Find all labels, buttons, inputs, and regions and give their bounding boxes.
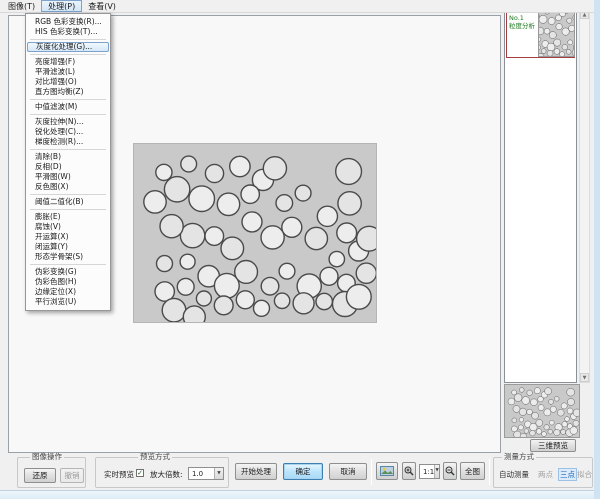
dropdown-menu: RGB 色彩变换(R)...HIS 色彩变换(T)... 灰度化处理(G)... 亮…: [25, 13, 111, 311]
menu-entry[interactable]: 直方图均衡(Z): [27, 87, 109, 97]
menu-entry[interactable]: 锐化处理(C)...: [27, 127, 109, 137]
zoom-factor-value: 1.0: [189, 470, 214, 478]
menu-entry[interactable]: RGB 色彩变换(R)...: [27, 17, 109, 27]
item-thumbnail: [539, 13, 574, 56]
image-mode-button[interactable]: [376, 462, 398, 480]
zoom-out-icon: [445, 466, 455, 476]
menu-separator: [30, 194, 106, 195]
measure-caption: 测量方式: [502, 453, 536, 461]
list-item[interactable]: No.1粒度分析: [506, 11, 575, 58]
menu-entry[interactable]: 梯度检测(R)...: [27, 137, 109, 147]
menu-entry[interactable]: 形态学骨架(S): [27, 252, 109, 262]
image-ops-group: 图像操作 还原 撤销: [17, 457, 86, 488]
preview-caption: 预览方式: [138, 453, 172, 461]
fit-view-button[interactable]: 全图: [460, 462, 485, 480]
status-bar: [0, 490, 600, 499]
menu-separator: [30, 114, 106, 115]
menu-entry[interactable]: 清除(B): [27, 152, 109, 162]
menu-entry[interactable]: 平滑滤波(L): [27, 67, 109, 77]
measure-option-fit[interactable]: 拟合: [577, 469, 592, 480]
menu-entry[interactable]: 反相(D): [27, 162, 109, 172]
menu-item-view[interactable]: 查看(V): [82, 0, 122, 12]
toolbar-divider: [371, 459, 372, 485]
process-button[interactable]: 开始处理: [235, 463, 277, 480]
ok-button[interactable]: 确定: [283, 463, 323, 480]
specimen-image: [134, 144, 376, 322]
menu-separator: [30, 99, 106, 100]
zoom-in-button[interactable]: [402, 462, 416, 480]
menu-entry[interactable]: 亮度增强(F): [27, 57, 109, 67]
menu-entry[interactable]: 开运算(X): [27, 232, 109, 242]
menu-entry[interactable]: 伪彩变换(G): [27, 267, 109, 277]
menu-entry[interactable]: 腐蚀(V): [27, 222, 109, 232]
thumbnail-list[interactable]: No.1粒度分析: [504, 9, 577, 383]
zoom-ratio-combo[interactable]: 1:1 ▼: [419, 464, 440, 479]
menu-separator: [30, 54, 106, 55]
scroll-down-icon[interactable]: ▼: [580, 373, 589, 382]
menu-item-image[interactable]: 图像(T): [2, 0, 41, 12]
zoom-factor-combo[interactable]: 1.0 ▼: [188, 467, 224, 480]
menu-entry[interactable]: 闭运算(Y): [27, 242, 109, 252]
restore-button[interactable]: 还原: [24, 468, 56, 483]
realtime-preview-checkbox[interactable]: ✓: [136, 469, 144, 477]
preview-thumbnail: [505, 385, 579, 437]
menu-entry[interactable]: 对比增强(O): [27, 77, 109, 87]
zoom-ratio-value: 1:1: [420, 468, 434, 476]
menu-separator: [30, 264, 106, 265]
vertical-scrollbar[interactable]: ▲ ▼: [579, 9, 590, 383]
menu-entry[interactable]: 伪彩色图(H): [27, 277, 109, 287]
menu-entry[interactable]: 边缘定位(X): [27, 287, 109, 297]
menu-entry[interactable]: 阈值二值化(B): [27, 197, 109, 207]
window-edge: [594, 0, 600, 499]
menu-item-process[interactable]: 处理(P): [41, 0, 82, 12]
dropdown-arrow-icon[interactable]: ▼: [214, 468, 223, 479]
app-window: { "colors": { "accent": "#7da2ce", "sele…: [0, 0, 600, 499]
preview-group: 预览方式 实时预览 ✓ 放大倍数: 1.0 ▼: [95, 457, 229, 488]
menu-entry[interactable]: 膨胀(E): [27, 212, 109, 222]
image-icon: [380, 466, 394, 476]
menu-entry[interactable]: 灰度化处理(G)...: [27, 42, 109, 52]
preview-3d-button[interactable]: 三维预览: [530, 439, 576, 452]
menu-entry[interactable]: HIS 色彩变换(T)...: [27, 27, 109, 37]
menu-entry[interactable]: 灰度拉伸(N)...: [27, 117, 109, 127]
list-item-label: No.1粒度分析: [507, 12, 539, 57]
measure-option-auto[interactable]: 自动测量: [499, 469, 529, 480]
menu-entry[interactable]: 中值滤波(M): [27, 102, 109, 112]
zoom-factor-label: 放大倍数:: [150, 469, 183, 480]
menu-separator: [30, 39, 106, 40]
menu-bar: 图像(T) 处理(P) 查看(V): [0, 0, 600, 13]
menu-separator: [30, 149, 106, 150]
checkmark-icon: ✓: [137, 469, 143, 477]
realtime-preview-label: 实时预览: [104, 469, 134, 480]
dropdown-arrow-icon[interactable]: ▼: [434, 465, 439, 478]
cancel-button[interactable]: 取消: [329, 463, 367, 480]
toolbar-divider: [489, 459, 490, 485]
measure-option-three-point[interactable]: 三点: [558, 468, 577, 481]
menu-separator: [30, 209, 106, 210]
measure-group: 测量方式 自动测量 两点 三点 拟合: [493, 457, 593, 488]
menu-entry[interactable]: 平行浏览(U): [27, 297, 109, 307]
menu-entry[interactable]: 平滑图(W): [27, 172, 109, 182]
zoom-out-button[interactable]: [443, 462, 457, 480]
undo-button[interactable]: 撤销: [60, 468, 84, 483]
image-ops-caption: 图像操作: [30, 453, 64, 461]
menu-entry[interactable]: 反色图(X): [27, 182, 109, 192]
zoom-in-icon: [404, 466, 414, 476]
measure-option-two-point[interactable]: 两点: [538, 469, 553, 480]
